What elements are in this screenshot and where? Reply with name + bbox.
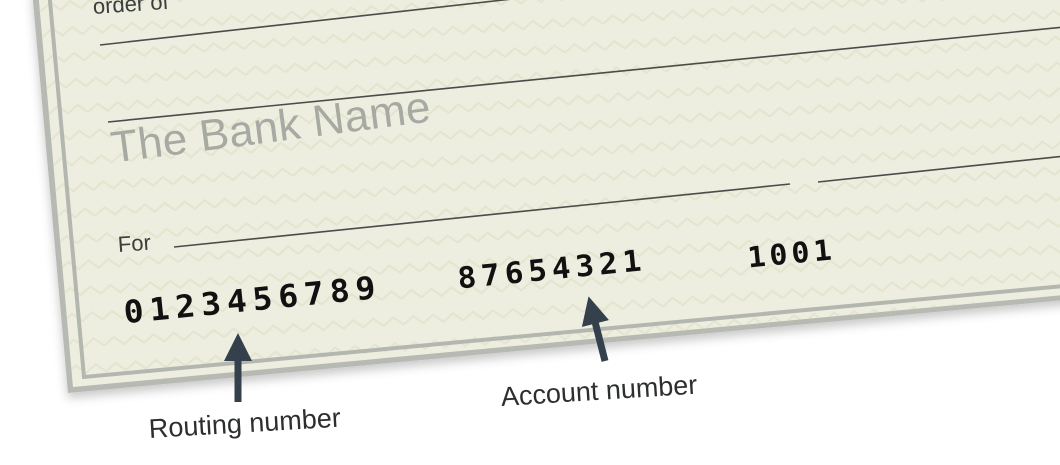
check-paper — [32, 0, 1060, 393]
memo-label: For — [117, 229, 152, 257]
check-illustration: order of The Bank Name For 0123456789 87… — [0, 0, 1060, 460]
